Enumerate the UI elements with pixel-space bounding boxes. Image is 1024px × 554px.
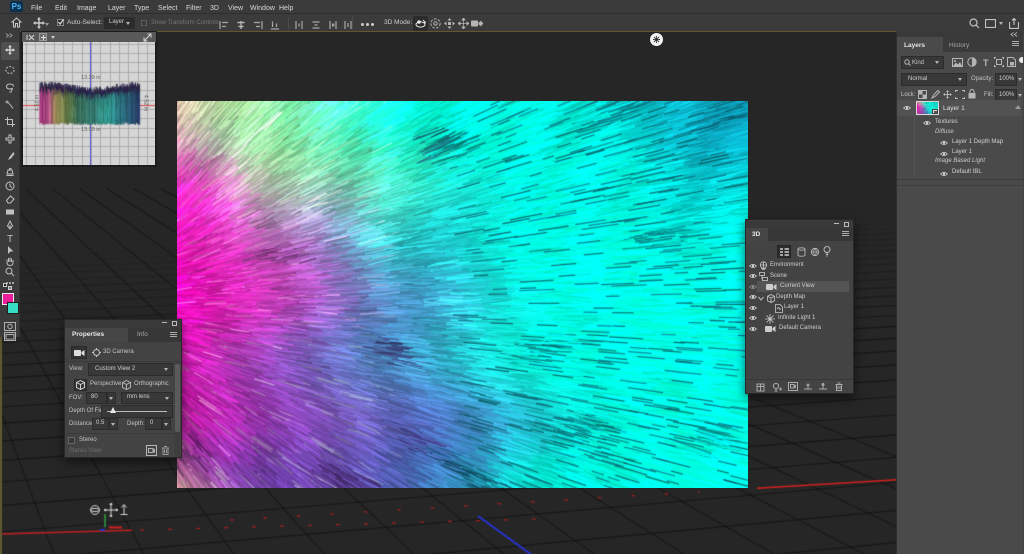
svg-text:T: T	[7, 234, 13, 243]
